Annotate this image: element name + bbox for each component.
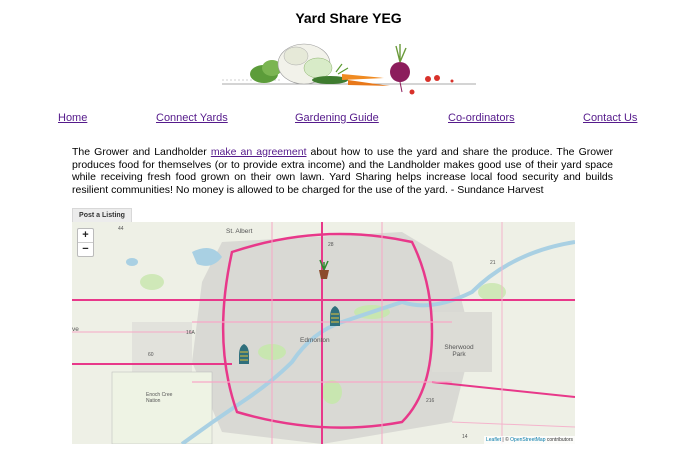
highway-60-label: 60 — [148, 352, 154, 358]
nav-connect-yards-link[interactable]: Connect Yards — [156, 112, 228, 124]
nav-coordinators-link[interactable]: Co-ordinators — [448, 112, 515, 124]
zoom-controls: + − — [77, 228, 94, 257]
highway-16a-label: 16A — [186, 330, 195, 336]
partial-road-label: ve — [72, 326, 79, 333]
highway-21-label: 21 — [490, 260, 496, 266]
st-albert-label: St. Albert — [226, 228, 253, 235]
intro-text-start: The Grower and Landholder — [72, 146, 211, 158]
watering-can-icon — [239, 344, 249, 364]
nav-gardening-guide-link[interactable]: Gardening Guide — [295, 112, 379, 124]
highway-44-label: 44 — [118, 226, 124, 232]
enoch-label: Enoch Cree Nation — [146, 392, 173, 404]
attribution-separator: | © — [501, 437, 511, 443]
highway-28-label: 28 — [328, 242, 334, 248]
vegetable-banner-image — [222, 43, 476, 95]
nav-home-link[interactable]: Home — [58, 112, 87, 124]
highway-14-label: 14 — [462, 434, 468, 440]
nav-contact-us-link[interactable]: Contact Us — [583, 112, 637, 124]
watering-can-icon — [330, 306, 340, 326]
agreement-link[interactable]: make an agreement — [211, 146, 307, 158]
plant-pot-icon — [319, 259, 329, 279]
edmonton-label: Edmonton — [300, 337, 330, 344]
highway-216-label: 216 — [426, 398, 435, 404]
map-tiles — [72, 222, 575, 444]
sherwood-park-label: Sherwood Park — [444, 344, 474, 358]
post-listing-tab[interactable]: Post a Listing — [72, 208, 132, 223]
zoom-out-button[interactable]: − — [78, 242, 93, 256]
osm-link[interactable]: OpenStreetMap — [510, 437, 545, 443]
map-attribution: Leaflet | © OpenStreetMap contributors — [484, 436, 575, 444]
yard-map[interactable]: + − St. Albert Edmonton Sherwood Park En… — [72, 222, 575, 444]
site-title: Yard Share YEG — [295, 10, 402, 26]
intro-paragraph: The Grower and Landholder make an agreem… — [72, 146, 613, 196]
attribution-suffix: contributors — [545, 437, 573, 443]
zoom-in-button[interactable]: + — [78, 229, 93, 242]
main-nav: Home Connect Yards Gardening Guide Co-or… — [0, 112, 697, 126]
leaflet-link[interactable]: Leaflet — [486, 437, 501, 443]
